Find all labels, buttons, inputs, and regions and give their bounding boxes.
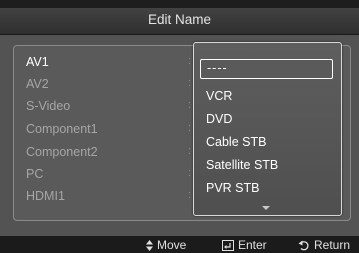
separator-colon: : (188, 99, 192, 111)
help-enter: Enter (222, 238, 267, 252)
name-dropdown-list[interactable]: ---- VCR DVD Cable STB Satellite STB PVR… (193, 42, 342, 216)
input-item-s-video[interactable]: S-Video (26, 99, 70, 113)
dropdown-option-satellite-stb[interactable]: Satellite STB (206, 158, 278, 172)
dropdown-option-cable-stb[interactable]: Cable STB (206, 135, 266, 149)
help-move: Move (146, 238, 186, 252)
help-move-label: Move (157, 238, 187, 252)
separator-colon: : (188, 145, 192, 157)
separator-colon: : (188, 55, 192, 67)
help-bar: Move Enter Return (0, 236, 359, 253)
help-return: Return (298, 238, 350, 252)
separator-colon: : (188, 189, 192, 201)
input-item-av2[interactable]: AV2 (26, 77, 49, 91)
input-item-hdmi1[interactable]: HDMI1 (26, 189, 65, 203)
dropdown-option-pvr-stb[interactable]: PVR STB (206, 181, 260, 195)
dropdown-option-vcr[interactable]: VCR (206, 89, 232, 103)
dropdown-option-dvd[interactable]: DVD (206, 112, 232, 126)
up-down-arrow-icon (146, 239, 153, 251)
help-return-label: Return (314, 238, 351, 252)
separator-colon: : (188, 122, 192, 134)
separator-colon: : (188, 167, 192, 179)
return-icon (298, 240, 309, 250)
input-item-component1[interactable]: Component1 (26, 122, 98, 136)
enter-icon (222, 239, 234, 251)
input-item-av1[interactable]: AV1 (26, 55, 49, 69)
input-item-component2[interactable]: Component2 (26, 145, 98, 159)
input-item-pc[interactable]: PC (26, 167, 43, 181)
title-bar: Edit Name (0, 8, 359, 35)
help-enter-label: Enter (238, 238, 267, 252)
page-title: Edit Name (147, 12, 212, 27)
dropdown-selected-option[interactable]: ---- (200, 59, 333, 79)
chevron-down-icon[interactable] (262, 206, 270, 210)
separator-colon: : (188, 77, 192, 89)
top-bar (0, 0, 359, 8)
dropdown-selected-value: ---- (207, 61, 228, 75)
